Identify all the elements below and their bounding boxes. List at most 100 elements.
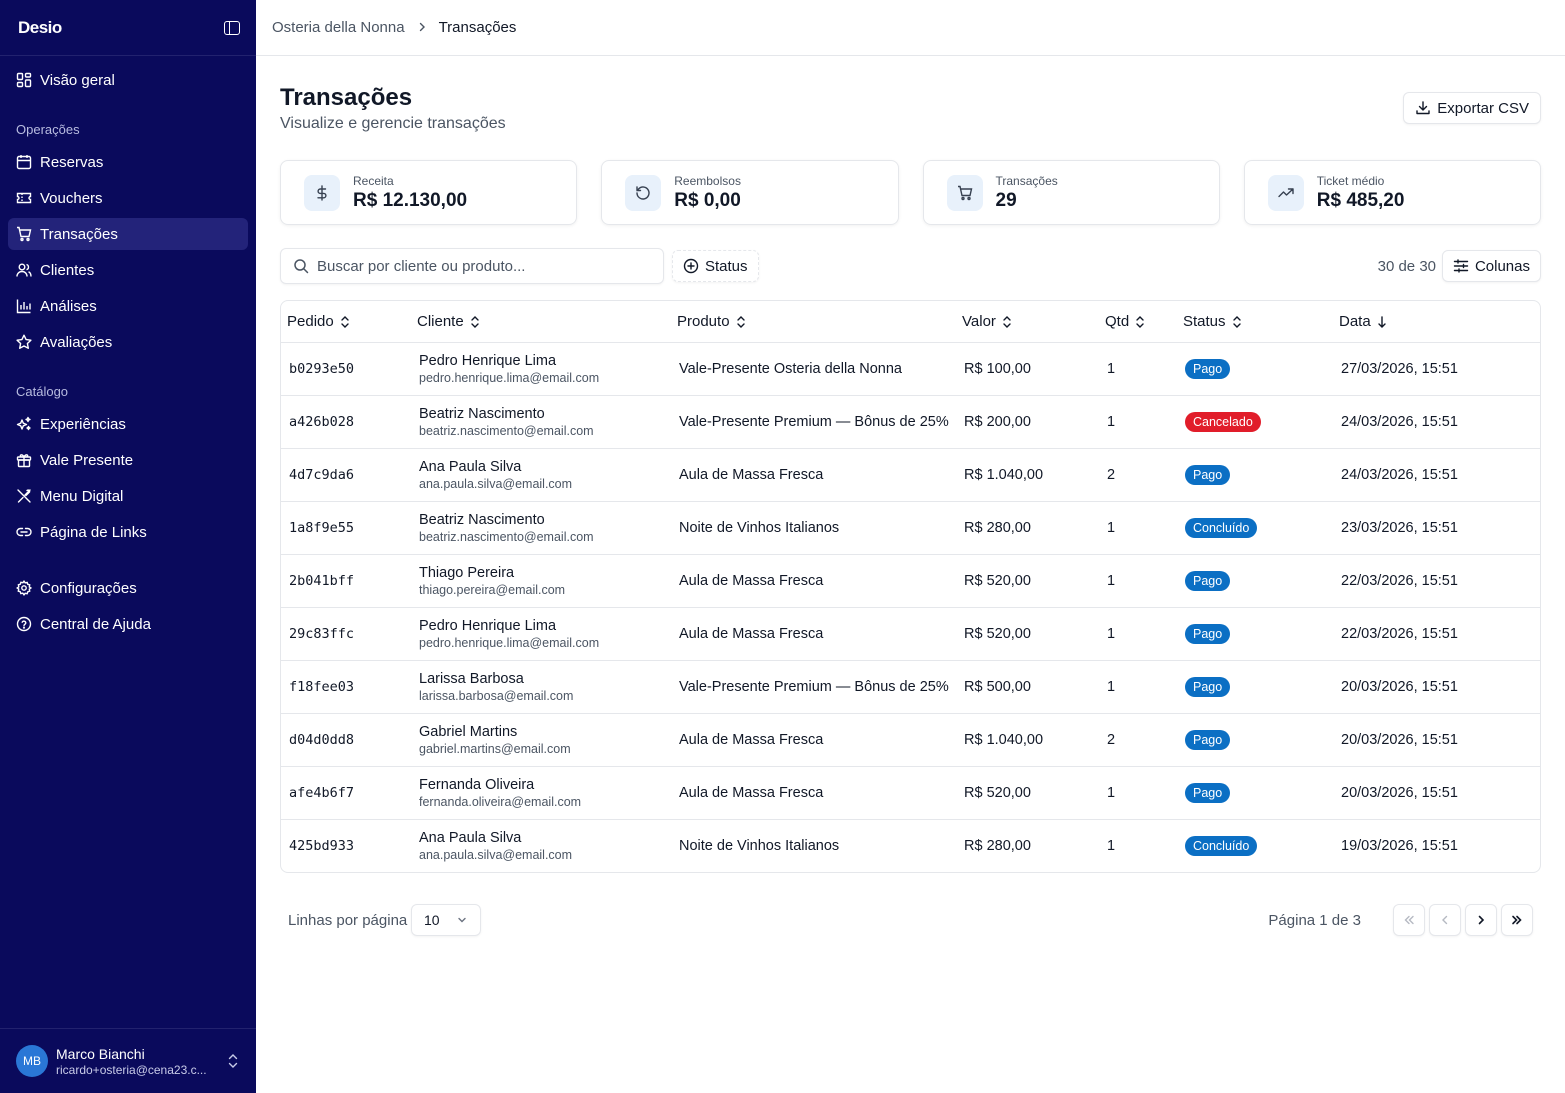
status-badge: Cancelado bbox=[1185, 411, 1261, 432]
table-row[interactable]: 4d7c9da6 Ana Paula Silva ana.paula.silva@e… bbox=[281, 448, 1540, 502]
column-header-qtd[interactable]: Qtd bbox=[1099, 301, 1177, 343]
product-name: Vale-Presente Osteria della Nonna bbox=[679, 360, 902, 377]
order-quantity: 2 bbox=[1107, 731, 1116, 748]
column-header-pedido[interactable]: Pedido bbox=[281, 301, 411, 343]
table-row[interactable]: d04d0dd8 Gabriel Martins gabriel.martins@e… bbox=[281, 713, 1540, 767]
previous-page-button[interactable] bbox=[1429, 904, 1461, 936]
sidebar-item-clientes[interactable]: Clientes bbox=[8, 254, 248, 286]
chevron-left-icon bbox=[1442, 915, 1448, 925]
sidebar-item-menu-digital[interactable]: Menu Digital bbox=[8, 480, 248, 512]
page-indicator: Página 1 de 3 bbox=[1268, 912, 1361, 929]
brand-logo[interactable]: Desio bbox=[18, 18, 62, 38]
arrow-down-icon bbox=[1377, 316, 1386, 328]
client-name: Larissa Barbosa bbox=[419, 670, 524, 687]
status-badge: Pago bbox=[1185, 570, 1231, 591]
table-row[interactable]: afe4b6f7 Fernanda Oliveira fernanda.olivei… bbox=[281, 766, 1540, 820]
user-menu[interactable]: MB Marco Bianchi ricardo+osteria@cena23.… bbox=[0, 1028, 256, 1093]
order-id: afe4b6f7 bbox=[289, 784, 355, 801]
order-date: 23/03/2026, 15:51 bbox=[1341, 519, 1458, 536]
order-quantity: 2 bbox=[1107, 466, 1116, 483]
user-name: Marco Bianchi bbox=[56, 1045, 145, 1062]
sidebar-item-reservas[interactable]: Reservas bbox=[8, 146, 248, 178]
page-title: Transações bbox=[280, 84, 413, 111]
status-badge: Pago bbox=[1185, 464, 1231, 485]
rows-per-page-select[interactable]: 10 bbox=[411, 904, 481, 936]
stat-value: R$ 0,00 bbox=[674, 189, 741, 211]
status-badge: Concluído bbox=[1185, 835, 1258, 856]
results-count: 30 de 30 bbox=[1377, 258, 1436, 275]
users-icon bbox=[16, 262, 32, 278]
sidebar-item-analises[interactable]: Análises bbox=[8, 290, 248, 322]
last-page-button[interactable] bbox=[1501, 904, 1533, 936]
product-name: Aula de Massa Fresca bbox=[679, 466, 824, 483]
export-csv-button[interactable]: Exportar CSV bbox=[1403, 92, 1541, 124]
sliders-icon bbox=[1453, 259, 1469, 273]
product-name: Vale-Presente Premium — Bônus de 25% bbox=[679, 413, 949, 430]
client-email: ana.paula.silva@email.com bbox=[419, 847, 573, 862]
columns-button[interactable]: Colunas bbox=[1441, 250, 1541, 282]
column-header-data[interactable]: Data bbox=[1333, 301, 1540, 343]
table-row[interactable]: b0293e50 Pedro Henrique Lima pedro.henriqu… bbox=[281, 342, 1540, 396]
table-row[interactable]: a426b028 Beatriz Nascimento beatriz.nascim… bbox=[281, 395, 1540, 449]
column-header-valor[interactable]: Valor bbox=[956, 301, 1099, 343]
order-date: 24/03/2026, 15:51 bbox=[1341, 413, 1458, 430]
sidebar: Desio Visão geral Operações Reservas Vou… bbox=[0, 0, 256, 1093]
sidebar-item-label: Configurações bbox=[40, 579, 137, 597]
client-email: beatriz.nascimento@email.com bbox=[419, 529, 594, 544]
table-row[interactable]: 1a8f9e55 Beatriz Nascimento beatriz.nascim… bbox=[281, 501, 1540, 555]
stat-card-reembolsos: Reembolsos R$ 0,00 bbox=[601, 160, 899, 225]
column-header-status[interactable]: Status bbox=[1177, 301, 1333, 343]
order-id: a426b028 bbox=[289, 413, 355, 430]
order-id: 425bd933 bbox=[289, 837, 355, 854]
sidebar-item-transacoes[interactable]: Transações bbox=[8, 218, 248, 250]
order-date: 20/03/2026, 15:51 bbox=[1341, 678, 1458, 695]
sidebar-item-vale-presente[interactable]: Vale Presente bbox=[8, 444, 248, 476]
order-value: R$ 280,00 bbox=[964, 837, 1031, 854]
table-header-row: Pedido Cliente Produto Valor Qtd Status … bbox=[281, 301, 1540, 343]
sidebar-item-central-de-ajuda[interactable]: Central de Ajuda bbox=[8, 608, 248, 640]
order-quantity: 1 bbox=[1107, 572, 1116, 589]
sidebar-toggle-icon[interactable] bbox=[224, 20, 240, 35]
transactions-table: Pedido Cliente Produto Valor Qtd Status … bbox=[280, 300, 1541, 873]
next-page-button[interactable] bbox=[1465, 904, 1497, 936]
column-header-produto[interactable]: Produto bbox=[671, 301, 956, 343]
chevrons-up-down-icon bbox=[228, 1054, 238, 1068]
sidebar-item-visao-geral[interactable]: Visão geral bbox=[8, 64, 248, 96]
table-row[interactable]: 425bd933 Ana Paula Silva ana.paula.silva@e… bbox=[281, 819, 1540, 872]
table-row[interactable]: 2b041bff Thiago Pereira thiago.pereira@ema… bbox=[281, 554, 1540, 608]
sort-icon bbox=[1136, 315, 1144, 328]
calendar-icon bbox=[16, 154, 32, 170]
product-name: Aula de Massa Fresca bbox=[679, 572, 824, 589]
product-name: Aula de Massa Fresca bbox=[679, 731, 824, 748]
status-filter-button[interactable]: Status bbox=[672, 250, 759, 282]
client-email: larissa.barbosa@email.com bbox=[419, 688, 574, 703]
client-name: Beatriz Nascimento bbox=[419, 511, 545, 528]
client-name: Beatriz Nascimento bbox=[419, 405, 545, 422]
sidebar-item-experiencias[interactable]: Experiências bbox=[8, 408, 248, 440]
order-value: R$ 1.040,00 bbox=[964, 466, 1044, 483]
sidebar-item-label: Página de Links bbox=[40, 523, 147, 541]
sidebar-item-label: Visão geral bbox=[40, 71, 115, 89]
table-row[interactable]: 29c83ffc Pedro Henrique Lima pedro.henriqu… bbox=[281, 607, 1540, 661]
breadcrumb-parent[interactable]: Osteria della Nonna bbox=[272, 19, 405, 36]
order-id: f18fee03 bbox=[289, 678, 355, 695]
order-date: 24/03/2026, 15:51 bbox=[1341, 466, 1458, 483]
sidebar-item-configuracoes[interactable]: Configurações bbox=[8, 572, 248, 604]
sidebar-section-catalogo: Catálogo bbox=[16, 384, 69, 399]
column-header-cliente[interactable]: Cliente bbox=[411, 301, 671, 343]
cart-icon bbox=[16, 226, 32, 242]
sidebar-item-label: Transações bbox=[40, 225, 118, 243]
client-email: gabriel.martins@email.com bbox=[419, 741, 571, 756]
table-row[interactable]: f18fee03 Larissa Barbosa larissa.barbosa@e… bbox=[281, 660, 1540, 714]
sidebar-item-avaliacoes[interactable]: Avaliações bbox=[8, 326, 248, 358]
order-quantity: 1 bbox=[1107, 413, 1116, 430]
order-date: 19/03/2026, 15:51 bbox=[1341, 837, 1458, 854]
status-badge: Concluído bbox=[1185, 517, 1258, 538]
order-value: R$ 100,00 bbox=[964, 360, 1031, 377]
first-page-button[interactable] bbox=[1393, 904, 1425, 936]
client-email: pedro.henrique.lima@email.com bbox=[419, 370, 600, 385]
search-input[interactable] bbox=[317, 257, 651, 275]
sidebar-item-vouchers[interactable]: Vouchers bbox=[8, 182, 248, 214]
sidebar-item-pagina-de-links[interactable]: Página de Links bbox=[8, 516, 248, 548]
sort-icon bbox=[1003, 315, 1011, 328]
